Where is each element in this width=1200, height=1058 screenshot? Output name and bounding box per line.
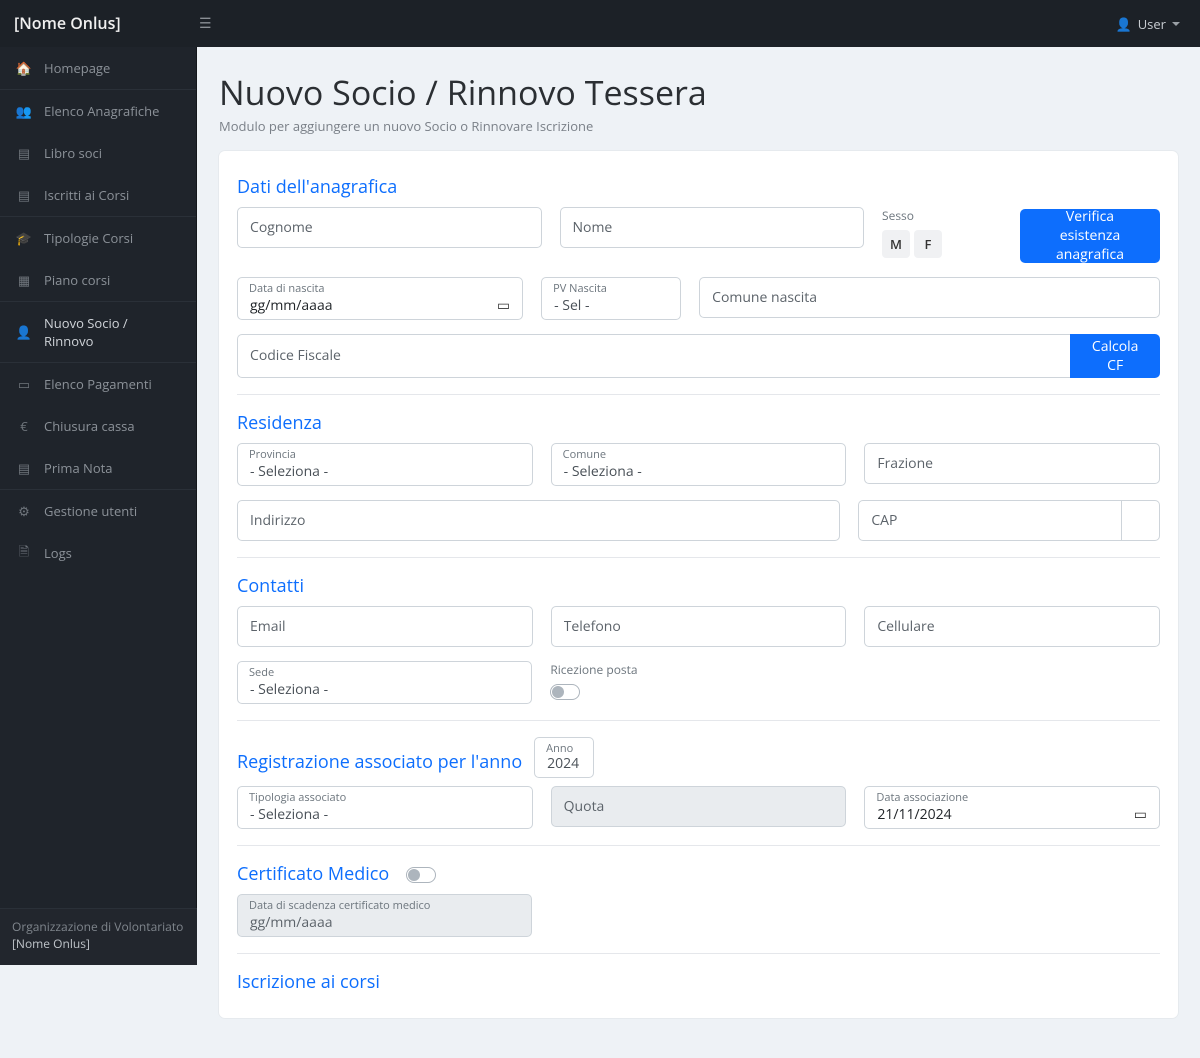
section-title-iscrizione: Iscrizione ai corsi <box>237 970 1160 994</box>
divider <box>237 720 1160 721</box>
sidebar-item-label: Logs <box>44 544 72 562</box>
section-title-certificato: Certificato Medico <box>237 862 1160 886</box>
telefono-input[interactable] <box>551 606 847 647</box>
certificato-switch[interactable] <box>406 867 436 883</box>
sidebar-item-homepage[interactable]: 🏠 Homepage <box>0 47 196 89</box>
calcola-cf-button[interactable]: Calcola CF <box>1070 334 1160 378</box>
page-subtitle: Modulo per aggiungere un nuovo Socio o R… <box>219 117 1178 135</box>
cognome-input[interactable] <box>237 207 542 248</box>
note-icon: ▤ <box>16 460 32 476</box>
brand-label: [Nome Onlus] <box>0 0 197 47</box>
list-icon: ▤ <box>16 187 32 203</box>
user-menu[interactable]: 👤 User <box>1096 15 1200 33</box>
top-bar: [Nome Onlus] ☰ 👤 User <box>0 0 1200 47</box>
form-card: Dati dell'anagrafica Sesso M F Verifica … <box>219 151 1178 1018</box>
divider <box>237 845 1160 846</box>
tipologia-associato-select[interactable]: - Seleziona - <box>237 786 533 829</box>
pv-nascita-select[interactable]: - Sel - <box>541 277 681 320</box>
divider <box>237 953 1160 954</box>
sidebar-item-label: Gestione utenti <box>44 502 137 520</box>
page-title: Nuovo Socio / Rinnovo Tessera <box>219 69 1178 115</box>
home-icon: 🏠 <box>16 60 32 76</box>
sidebar-item-label: Tipologie Corsi <box>44 229 133 247</box>
data-nascita-input[interactable]: gg/mm/aaaa ▭ <box>237 277 523 320</box>
ricezione-posta-label: Ricezione posta <box>550 661 750 678</box>
divider <box>237 394 1160 395</box>
sede-select[interactable]: - Seleziona - <box>237 661 532 704</box>
sidebar-item-label: Piano corsi <box>44 271 110 289</box>
sidebar-item-nuovo-socio[interactable]: 👤 Nuovo Socio / Rinnovo <box>0 302 196 362</box>
users-icon: 👥 <box>16 103 32 119</box>
main-content: Nuovo Socio / Rinnovo Tessera Modulo per… <box>197 47 1200 1058</box>
user-label: User <box>1138 15 1166 33</box>
indirizzo-input[interactable] <box>237 500 840 541</box>
calendar-icon: ▭ <box>497 296 510 315</box>
sidebar-toggle-button[interactable]: ☰ <box>197 14 237 33</box>
graduation-icon: 🎓 <box>16 230 32 246</box>
sidebar-item-label: Nuovo Socio / Rinnovo <box>44 314 180 350</box>
user-plus-icon: 👤 <box>16 324 32 340</box>
comune-select[interactable]: - Seleziona - <box>551 443 847 486</box>
scadenza-certificato-input <box>237 894 532 937</box>
sesso-label: Sesso <box>882 207 1002 224</box>
sesso-f-button[interactable]: F <box>914 230 942 258</box>
sidebar-item-logs[interactable]: 🗎 Logs <box>0 532 196 574</box>
credit-card-icon: ▭ <box>16 376 32 392</box>
sidebar-item-label: Prima Nota <box>44 459 113 477</box>
cap-lookup-button[interactable] <box>1122 500 1160 541</box>
ricezione-posta-switch[interactable] <box>550 684 580 700</box>
sidebar-footer-line2: [Nome Onlus] <box>12 936 185 953</box>
sidebar-item-iscritti-corsi[interactable]: ▤ Iscritti ai Corsi <box>0 174 196 216</box>
sidebar-item-piano-corsi[interactable]: ▦ Piano corsi <box>0 259 196 301</box>
sidebar-item-label: Libro soci <box>44 144 102 162</box>
sidebar: 🏠 Homepage 👥 Elenco Anagrafiche ▤ Libro … <box>0 47 197 965</box>
file-icon: 🗎 <box>16 545 32 561</box>
user-icon: 👤 <box>1116 15 1132 33</box>
anno-input[interactable] <box>534 737 594 778</box>
sidebar-item-label: Elenco Pagamenti <box>44 375 152 393</box>
nome-input[interactable] <box>560 207 865 248</box>
sidebar-item-tipologie-corsi[interactable]: 🎓 Tipologie Corsi <box>0 217 196 259</box>
frazione-input[interactable] <box>864 443 1160 484</box>
sidebar-item-elenco-pagamenti[interactable]: ▭ Elenco Pagamenti <box>0 363 196 405</box>
chevron-down-icon <box>1172 22 1180 26</box>
sidebar-footer-line1: Organizzazione di Volontariato <box>12 919 185 936</box>
email-input[interactable] <box>237 606 533 647</box>
hamburger-icon: ☰ <box>199 14 212 33</box>
comune-nascita-input[interactable] <box>699 277 1160 318</box>
gear-icon: ⚙ <box>16 503 32 519</box>
book-icon: ▤ <box>16 145 32 161</box>
section-title-residenza: Residenza <box>237 411 1160 435</box>
calendar-icon: ▭ <box>1134 805 1147 824</box>
sesso-m-button[interactable]: M <box>882 230 910 258</box>
sidebar-item-label: Iscritti ai Corsi <box>44 186 129 204</box>
calendar-icon: ▦ <box>16 272 32 288</box>
cellulare-input[interactable] <box>864 606 1160 647</box>
sidebar-item-chiusura-cassa[interactable]: € Chiusura cassa <box>0 405 196 447</box>
provincia-select[interactable]: - Seleziona - <box>237 443 533 486</box>
section-title-anagrafica: Dati dell'anagrafica <box>237 175 1160 199</box>
sidebar-item-elenco-anagrafiche[interactable]: 👥 Elenco Anagrafiche <box>0 90 196 132</box>
sidebar-item-label: Homepage <box>44 59 110 77</box>
sidebar-item-label: Chiusura cassa <box>44 417 135 435</box>
sidebar-item-prima-nota[interactable]: ▤ Prima Nota <box>0 447 196 489</box>
divider <box>237 557 1160 558</box>
quota-input <box>551 786 847 827</box>
verify-anagrafica-button[interactable]: Verifica esistenza anagrafica <box>1020 209 1160 263</box>
sidebar-item-label: Elenco Anagrafiche <box>44 102 159 120</box>
sidebar-footer: Organizzazione di Volontariato [Nome Onl… <box>0 908 197 965</box>
section-title-contatti: Contatti <box>237 574 1160 598</box>
cap-input[interactable] <box>858 500 1122 541</box>
codice-fiscale-input[interactable] <box>237 334 1070 378</box>
section-title-registrazione: Registrazione associato per l'anno <box>237 750 522 774</box>
sidebar-item-gestione-utenti[interactable]: ⚙ Gestione utenti <box>0 490 196 532</box>
euro-icon: € <box>16 418 32 434</box>
sidebar-item-libro-soci[interactable]: ▤ Libro soci <box>0 132 196 174</box>
data-associazione-input[interactable]: 21/11/2024 ▭ <box>864 786 1160 829</box>
